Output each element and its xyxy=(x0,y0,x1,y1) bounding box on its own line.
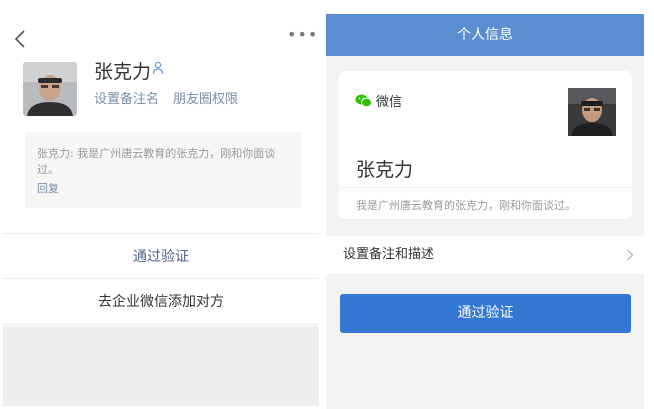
profile-avatar[interactable] xyxy=(568,88,616,136)
avatar[interactable] xyxy=(23,62,77,116)
page-title: 个人信息 xyxy=(326,14,644,56)
source-app-label: 微信 xyxy=(376,95,403,110)
profile-card: 微信 张克力 我是广州唐云教育的张克力，刚和你面谈过。 xyxy=(339,71,632,219)
approve-verification-button[interactable]: 通过验证 xyxy=(340,294,631,333)
wechat-icon xyxy=(355,94,372,107)
request-message: 张克力: 我是广州唐云教育的张克力，刚和你面谈过。 xyxy=(37,147,276,176)
profile-description: 我是广州唐云教育的张克力，刚和你面谈过。 xyxy=(356,199,576,212)
divider xyxy=(339,187,632,188)
person-icon xyxy=(152,61,164,75)
screen: ••• 张克力 设置备注名 朋友圈权限 张克力: 我是广州唐云教育的张克力，刚和你… xyxy=(0,0,654,409)
add-via-wecom-button[interactable]: 去企业微信添加对方 xyxy=(3,279,319,325)
source-app: 微信 xyxy=(355,91,402,110)
more-icon[interactable]: ••• xyxy=(287,27,318,43)
verification-request-panel: ••• 张克力 设置备注名 朋友圈权限 张克力: 我是广州唐云教育的张克力，刚和你… xyxy=(3,0,319,409)
back-arrow-icon[interactable] xyxy=(13,28,27,50)
profile-name: 张克力 xyxy=(356,159,414,181)
empty-area xyxy=(3,326,319,406)
moments-permission-link[interactable]: 朋友圈权限 xyxy=(173,92,238,107)
reply-link[interactable]: 回复 xyxy=(37,180,288,196)
set-remark-link[interactable]: 设置备注名 xyxy=(94,92,159,107)
contact-name: 张克力 xyxy=(94,61,152,83)
request-message-box: 张克力: 我是广州唐云教育的张克力，刚和你面谈过。 回复 xyxy=(25,132,302,208)
set-remark-and-description-row[interactable]: 设置备注和描述 xyxy=(326,236,644,274)
chevron-right-icon xyxy=(627,249,634,261)
approve-verification-button[interactable]: 通过验证 xyxy=(3,233,319,279)
personal-info-panel: 个人信息 微信 张克力 我是广州唐云教育的张克力，刚和你面谈过。 设置备注和描述… xyxy=(326,14,644,409)
contact-actions: 设置备注名 朋友圈权限 xyxy=(94,88,238,107)
set-remark-and-description-label: 设置备注和描述 xyxy=(343,247,435,262)
